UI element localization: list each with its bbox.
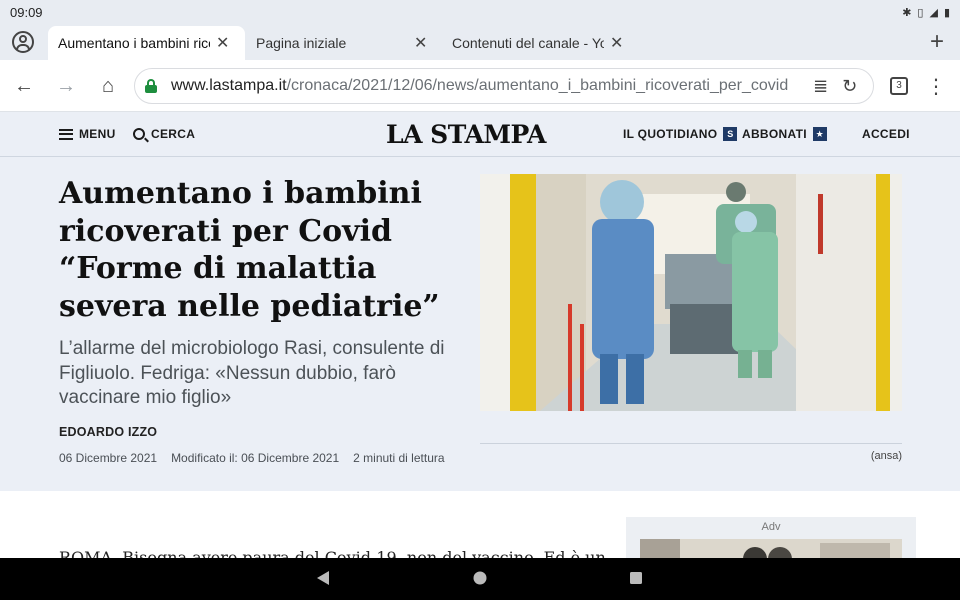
accedi-link[interactable]: ACCEDI <box>862 127 910 141</box>
abbonati-link[interactable]: ABBONATI ★ <box>742 127 827 141</box>
home-icon[interactable]: ⌂ <box>94 72 122 100</box>
menu-button[interactable]: MENU <box>59 127 116 141</box>
article-author[interactable]: EDOARDO IZZO <box>59 425 157 439</box>
recents-nav-icon[interactable] <box>628 570 644 586</box>
lock-icon[interactable] <box>145 79 157 93</box>
article-headline: Aumentano i bambini ricoverati per Covid… <box>59 176 440 324</box>
address-bar[interactable]: www.lastampa.it/cronaca/2021/12/06/news/… <box>134 68 874 104</box>
home-nav-icon[interactable] <box>472 570 488 586</box>
new-tab-icon[interactable]: + <box>930 28 944 56</box>
quotidiano-link[interactable]: IL QUOTIDIANO S <box>623 127 738 141</box>
search-icon <box>133 128 145 140</box>
tab-pagina-iniziale[interactable]: Pagina iniziale ✕ <box>246 26 442 60</box>
star-icon: ★ <box>812 127 827 141</box>
newspaper-icon: S <box>723 127 738 141</box>
overflow-menu-icon[interactable]: ⋮ <box>926 74 946 99</box>
bluetooth-icon: ✱ <box>902 6 912 19</box>
search-button[interactable]: CERCA <box>133 127 195 141</box>
menu-label: MENU <box>79 127 116 141</box>
article-hero: Aumentano i bambini ricoverati per Covid… <box>0 157 960 491</box>
site-logo[interactable]: LA STAMPA <box>386 120 546 149</box>
site-header: MENU CERCA LA STAMPA IL QUOTIDIANO S ABB… <box>0 112 960 157</box>
article-meta: 06 Dicembre 2021 Modificato il: 06 Dicem… <box>59 451 445 465</box>
close-tab-icon[interactable]: ✕ <box>414 33 427 53</box>
tab-active[interactable]: Aumentano i bambini ricoverati per Covid… <box>48 26 245 60</box>
clock: 09:09 <box>10 4 43 20</box>
reader-mode-icon[interactable]: ≣ <box>813 76 828 97</box>
close-tab-icon[interactable]: ✕ <box>216 33 229 53</box>
reload-icon[interactable]: ↻ <box>842 76 857 97</box>
url-path: /cronaca/2021/12/06/news/aumentano_i_bam… <box>286 77 789 94</box>
hospital-corridor-image <box>480 174 902 411</box>
back-nav-icon[interactable] <box>315 570 331 586</box>
browser-toolbar: ← → ⌂ www.lastampa.it/cronaca/2021/12/06… <box>0 60 960 112</box>
tab-strip: Aumentano i bambini ricoverati per Covid… <box>0 24 960 60</box>
profile-icon[interactable] <box>12 31 34 53</box>
hamburger-icon <box>59 128 73 140</box>
url-text: www.lastampa.it/cronaca/2021/12/06/news/… <box>171 77 799 95</box>
article-subtitle: L’allarme del microbiologo Rasi, consule… <box>59 338 445 408</box>
signal-icon: ◢ <box>929 6 938 19</box>
ad-label: Adv <box>761 521 781 533</box>
close-tab-icon[interactable]: ✕ <box>610 33 623 53</box>
status-bar: 09:09 ✱ ▯ ◢ ▮ <box>0 0 960 24</box>
status-icons: ✱ ▯ ◢ ▮ <box>902 6 950 19</box>
tab-youtube[interactable]: Contenuti del canale - YouTube ✕ <box>442 26 638 60</box>
url-host: www.lastampa.it <box>171 77 287 94</box>
article-photo[interactable] <box>480 174 902 411</box>
publish-date: 06 Dicembre 2021 <box>59 451 158 465</box>
back-icon[interactable]: ← <box>10 72 38 100</box>
search-label: CERCA <box>151 127 196 141</box>
tab-title: Aumentano i bambini ricoverati per Covid <box>58 35 210 51</box>
tab-title: Pagina iniziale <box>256 35 347 51</box>
tab-title: Contenuti del canale - YouTube <box>452 35 604 51</box>
forward-icon[interactable]: → <box>52 72 80 100</box>
read-time: 2 minuti di lettura <box>353 451 445 465</box>
modified-date: Modificato il: 06 Dicembre 2021 <box>171 451 340 465</box>
vibrate-icon: ▯ <box>917 6 924 19</box>
abbonati-label: ABBONATI <box>742 127 807 141</box>
system-nav-bar <box>0 558 960 600</box>
quotidiano-label: IL QUOTIDIANO <box>623 127 718 141</box>
battery-icon: ▮ <box>943 6 950 19</box>
photo-credit: (ansa) <box>480 443 902 462</box>
tab-switcher-button[interactable]: 3 <box>890 77 908 95</box>
accedi-label: ACCEDI <box>862 127 910 141</box>
